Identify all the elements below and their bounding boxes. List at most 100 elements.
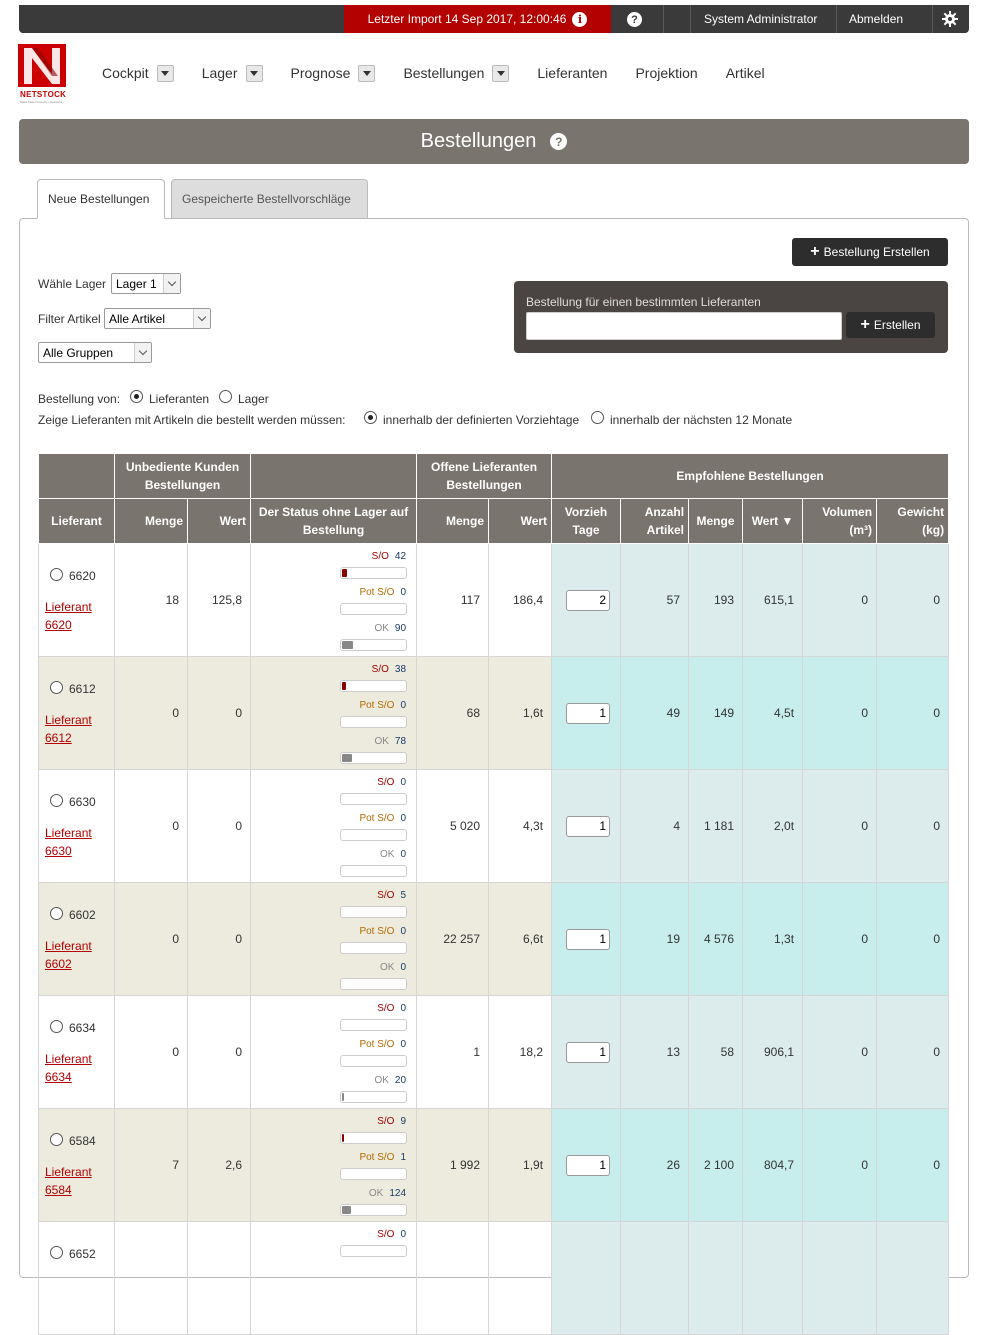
supplier-link[interactable]: Lieferant 6584	[45, 1163, 114, 1199]
supplier-create-button[interactable]: + Erstellen	[846, 312, 935, 338]
nav-item-prognose[interactable]: Prognose	[291, 64, 376, 82]
nav-item-lager[interactable]: Lager	[201, 64, 263, 82]
table-row: 6634 Lieferant 6634 0 0 S/O 0 Pot S/O 0 OK 20 1 18,…	[38, 995, 950, 1109]
status-pot-key: Pot S/O	[359, 587, 395, 598]
caret-down-icon[interactable]	[245, 64, 263, 82]
weight: 0	[876, 543, 950, 657]
status-ok-key: OK	[374, 623, 389, 634]
supplier-id: 6584	[69, 1134, 96, 1148]
lead-days-input[interactable]: 1	[566, 702, 611, 724]
tab-saved-proposals[interactable]: Gespeicherte Bestellvorschläge	[171, 179, 368, 219]
tab-new-orders[interactable]: Neue Bestellungen	[37, 179, 165, 219]
filter-label: Filter Artikel	[38, 312, 101, 326]
supplier-link[interactable]: Lieferant 6634	[45, 1050, 114, 1086]
filter-select[interactable]: Alle Artikel	[104, 308, 211, 329]
volume: 0	[802, 995, 878, 1109]
help-icon[interactable]: ?	[627, 12, 642, 27]
show-lead-days-radio[interactable]	[364, 411, 377, 424]
lead-days-input[interactable]: 1	[566, 1041, 611, 1063]
status-so-key: S/O	[377, 777, 395, 788]
status-so-line: S/O 0	[377, 1003, 406, 1014]
col-item-count[interactable]: Anzahl Artikel	[620, 498, 690, 544]
weight: 0	[876, 882, 950, 996]
col-lead-days[interactable]: Vorzieh Tage	[551, 498, 622, 544]
caret-down-icon[interactable]	[358, 64, 376, 82]
supplier-radio[interactable]	[50, 1246, 63, 1259]
caret-down-icon[interactable]	[156, 64, 174, 82]
status-pot-key: Pot S/O	[359, 1152, 395, 1163]
col-open-value[interactable]: Wert	[488, 498, 553, 544]
col-qty[interactable]: Menge	[114, 498, 188, 544]
supplier-radio[interactable]	[50, 907, 63, 920]
groups-select[interactable]: Alle Gruppen	[38, 342, 152, 363]
supplier-radio[interactable]	[50, 1133, 63, 1146]
status-pot-key: Pot S/O	[359, 700, 395, 711]
supplier-link[interactable]: Lieferant 6630	[45, 824, 114, 860]
status-so-bar	[340, 906, 408, 918]
col-rec-qty[interactable]: Menge	[688, 498, 744, 544]
status-pot-value: 0	[400, 926, 407, 937]
lead-days-input[interactable]: 1	[566, 928, 611, 950]
order-from-warehouse-radio[interactable]	[219, 390, 232, 403]
supplier-cell: 6602 Lieferant 6602	[38, 882, 115, 996]
recommended-qty: 1 181	[688, 769, 744, 883]
order-from-suppliers-radio[interactable]	[130, 390, 143, 403]
chevron-down-icon	[193, 309, 210, 328]
gear-icon[interactable]	[942, 11, 958, 27]
logo-tagline: Make better inventory decisions	[20, 100, 63, 104]
status-pot-bar	[340, 716, 408, 728]
col-rec-value[interactable]: Wert ▼	[742, 498, 804, 544]
supplier-radio[interactable]	[50, 1020, 63, 1033]
nav-item-projektion[interactable]: Projektion	[635, 65, 697, 81]
status-ok-line: OK 124	[369, 1188, 406, 1199]
col-open-qty[interactable]: Menge	[416, 498, 490, 544]
open-value: 18,2	[488, 995, 553, 1109]
status-pot-value: 0	[400, 587, 407, 598]
supplier-radio[interactable]	[50, 568, 63, 581]
status-so-fill	[342, 682, 347, 690]
col-value[interactable]: Wert	[186, 498, 252, 544]
nav-item-cockpit[interactable]: Cockpit	[102, 64, 174, 82]
user-menu[interactable]: System Administrator	[704, 5, 817, 33]
unserved-qty: 0	[114, 995, 188, 1109]
col-status[interactable]: Der Status ohne Lager auf Bestellung	[250, 498, 418, 544]
supplier-link[interactable]: Lieferant 6602	[45, 937, 114, 973]
warehouse-select[interactable]: Lager 1	[111, 273, 181, 294]
nav-item-lieferanten[interactable]: Lieferanten	[537, 65, 607, 81]
status-ok-value: 78	[394, 736, 407, 747]
header-empty	[250, 453, 418, 499]
supplier-id: 6612	[69, 682, 96, 696]
status-so-key: S/O	[377, 1116, 395, 1127]
status-ok-fill	[342, 1093, 345, 1101]
lead-days-input[interactable]: 1	[566, 1154, 611, 1176]
status-so-bar	[340, 793, 408, 805]
lead-days-cell: 1	[551, 1108, 622, 1222]
col-supplier[interactable]: Lieferant	[38, 498, 115, 544]
status-so-value: 9	[400, 1116, 407, 1127]
nav-item-artikel[interactable]: Artikel	[726, 65, 765, 81]
status-ok-bar	[340, 865, 408, 877]
status-ok-line: OK 0	[380, 849, 406, 860]
volume	[802, 1221, 878, 1335]
supplier-box-caption: Bestellung für einen bestimmten Lieferan…	[526, 295, 761, 309]
supplier-link[interactable]: Lieferant 6620	[45, 598, 114, 634]
col-weight[interactable]: Gewicht (kg)	[876, 498, 950, 544]
logout-link[interactable]: Abmelden	[849, 5, 903, 33]
nav-item-label: Lager	[201, 65, 238, 81]
lead-days-input[interactable]: 2	[566, 589, 611, 611]
supplier-link[interactable]: Lieferant 6612	[45, 711, 114, 747]
supplier-radio[interactable]	[50, 794, 63, 807]
supplier-radio[interactable]	[50, 681, 63, 694]
netstock-logo[interactable]: NETSTOCK Make better inventory decisions	[18, 44, 68, 104]
supplier-search-input[interactable]	[526, 312, 842, 340]
col-volume[interactable]: Volumen (m³)	[802, 498, 878, 544]
status-so-key: S/O	[377, 1229, 395, 1240]
show-12-months-radio[interactable]	[591, 411, 604, 424]
caret-down-icon[interactable]	[492, 64, 510, 82]
help-icon[interactable]: ?	[550, 133, 568, 150]
info-icon[interactable]: i	[572, 11, 588, 27]
lead-days-input[interactable]: 1	[566, 815, 611, 837]
recommended-value: 804,7	[742, 1108, 804, 1222]
nav-item-bestellungen[interactable]: Bestellungen	[403, 64, 510, 82]
create-order-button[interactable]: + Bestellung Erstellen	[792, 238, 948, 266]
